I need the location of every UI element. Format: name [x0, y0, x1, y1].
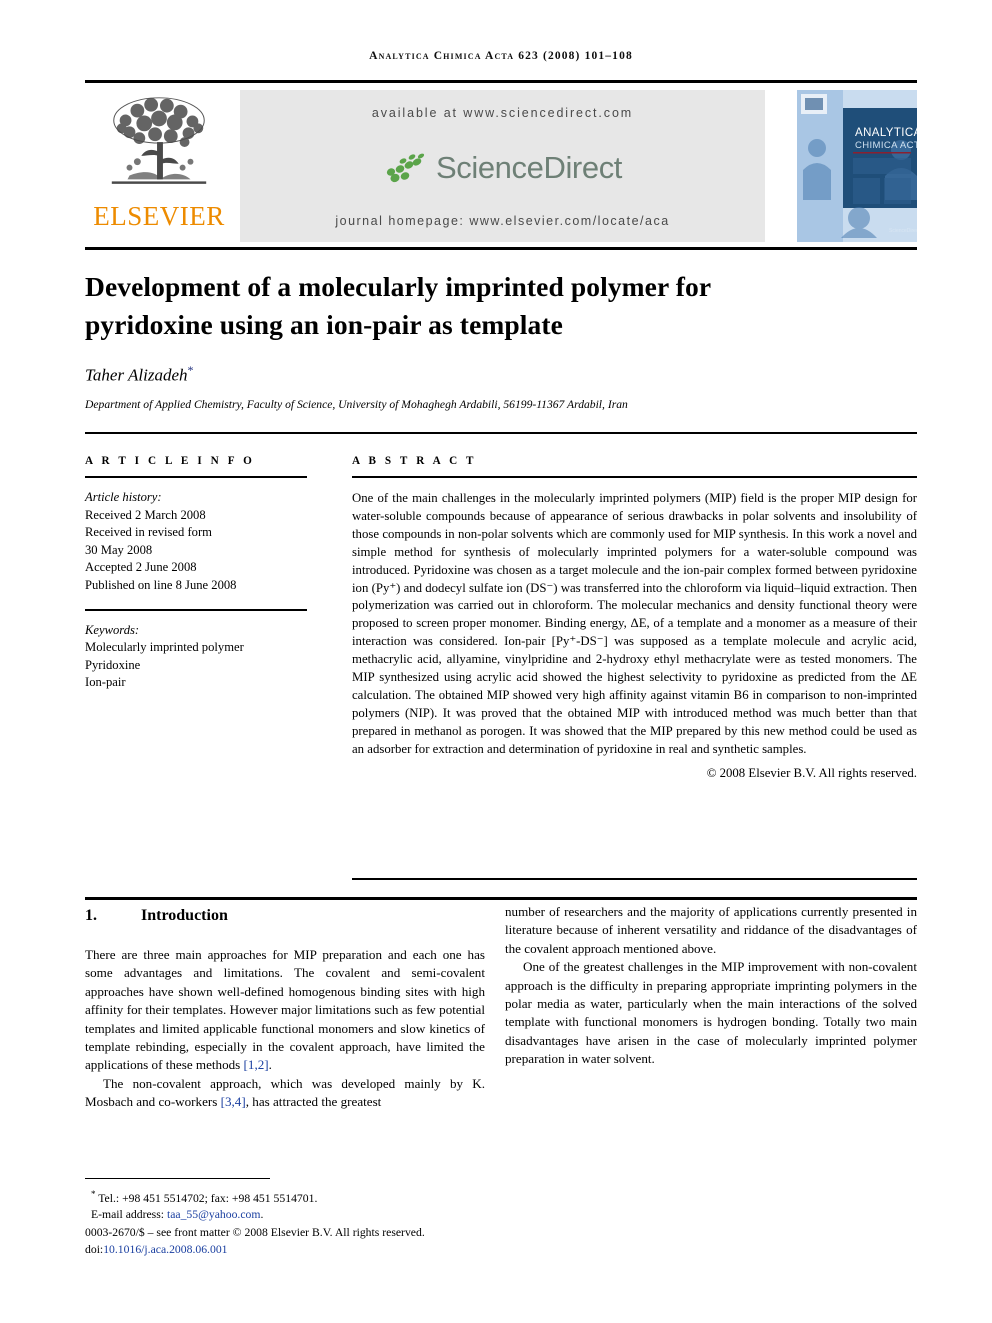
author-label: Taher Alizadeh — [85, 365, 188, 385]
body-column-left: 1. Introduction There are three main app… — [85, 903, 485, 1112]
body-paragraph: There are three main approaches for MIP … — [85, 946, 485, 1075]
abstract-text: One of the main challenges in the molecu… — [352, 491, 917, 756]
body-top-rule — [85, 897, 917, 900]
history-item: Published on line 8 June 2008 — [85, 577, 237, 592]
section-title: Introduction — [141, 907, 228, 924]
introduction-heading: 1. Introduction — [85, 907, 485, 925]
masthead-bottom-rule — [85, 247, 917, 250]
email-suffix: . — [260, 1208, 264, 1222]
article-info-column: A R T I C L E I N F O Article history: R… — [85, 455, 307, 692]
corresponding-author-note: * Tel.: +98 451 5514702; fax: +98 451 55… — [85, 1186, 505, 1207]
author-footnote-marker: * — [187, 363, 194, 377]
email-label: E-mail address: — [91, 1208, 165, 1222]
affiliation: Department of Applied Chemistry, Faculty… — [85, 398, 628, 411]
paragraph-text: There are three main approaches for MIP … — [85, 947, 485, 1073]
author-bottom-rule — [85, 432, 917, 434]
masthead: ELSEVIER available at www.sciencedirect.… — [85, 88, 917, 243]
svg-text:ANALYTICA: ANALYTICA — [855, 127, 917, 139]
history-item: Accepted 2 June 2008 — [85, 560, 197, 575]
abstract-copyright: © 2008 Elsevier B.V. All rights reserved… — [706, 765, 917, 780]
doi-link[interactable]: 10.1016/j.aca.2008.06.001 — [103, 1243, 227, 1256]
keywords: Keywords: Molecularly imprinted polymer … — [85, 622, 307, 692]
keywords-label: Keywords: — [85, 622, 140, 637]
issn-line: 0003-2670/$ – see front matter © 2008 El… — [85, 1226, 425, 1240]
footnote-separator — [85, 1178, 270, 1179]
keyword-item: Pyridoxine — [85, 657, 141, 672]
body-paragraph: One of the greatest challenges in the MI… — [505, 958, 917, 1068]
elsevier-tree-icon — [111, 97, 207, 184]
sciencedirect-wordmark: ScienceDirect — [435, 150, 623, 185]
sciencedirect-banner: available at www.sciencedirect.com Scien… — [240, 90, 765, 242]
body-paragraph: The non-covalent approach, which was dev… — [85, 1075, 485, 1112]
header-rule — [85, 80, 917, 83]
citation-link[interactable]: [1,2] — [244, 1057, 269, 1072]
paragraph-text: The non-covalent approach, which was dev… — [85, 1075, 485, 1110]
footnotes: * Tel.: +98 451 5514702; fax: +98 451 55… — [85, 1186, 505, 1258]
article-info-heading: A R T I C L E I N F O — [85, 455, 255, 467]
abstract-rule — [352, 476, 917, 478]
footnote-marker: * — [91, 1189, 96, 1199]
section-number: 1. — [85, 907, 97, 924]
paragraph-text: number of researchers and the majority o… — [505, 904, 917, 956]
journal-cover-image: ANALYTICA CHIMICA ACTA ScienceDirect — [797, 90, 917, 242]
running-head: Analytica Chimica Acta 623 (2008) 101–10… — [369, 50, 633, 62]
paragraph-text: One of the greatest challenges in the MI… — [505, 959, 917, 1067]
abstract-column: A B S T R A C T One of the main challeng… — [352, 455, 917, 781]
tel-fax-text: Tel.: +98 451 5514702; fax: +98 451 5514… — [98, 1191, 318, 1205]
journal-homepage-text: journal homepage: www.elsevier.com/locat… — [335, 214, 670, 228]
sciencedirect-logo: ScienceDirect — [383, 150, 622, 186]
email-note: E-mail address: taa_55@yahoo.com. — [85, 1207, 505, 1223]
elsevier-logo-block: ELSEVIER — [85, 88, 233, 243]
history-item: Received 2 March 2008 — [85, 507, 206, 522]
keyword-item: Ion-pair — [85, 675, 126, 690]
history-item: 30 May 2008 — [85, 542, 153, 557]
doi-line: doi:10.1016/j.aca.2008.06.001 — [85, 1242, 505, 1258]
body-paragraph: number of researchers and the majority o… — [505, 903, 917, 958]
keywords-rule — [85, 608, 307, 611]
journal-cover-thumbnail: ANALYTICA CHIMICA ACTA ScienceDirect — [797, 90, 917, 242]
article-info-rule — [85, 476, 307, 478]
available-at-text: available at www.sciencedirect.com — [371, 106, 634, 120]
paper-page: Analytica Chimica Acta 623 (2008) 101–10… — [0, 0, 992, 1323]
article-history: Article history: Received 2 March 2008 R… — [85, 489, 307, 595]
abstract-heading: A B S T R A C T — [352, 455, 477, 467]
doi-label: doi: — [85, 1242, 104, 1256]
history-item: Received in revised form — [85, 525, 212, 540]
sciencedirect-leaf-icon — [386, 153, 425, 183]
svg-text:ScienceDirect: ScienceDirect — [889, 228, 917, 234]
elsevier-wordmark: ELSEVIER — [93, 201, 225, 231]
author-name: Taher Alizadeh* — [85, 363, 194, 386]
abstract-bottom-rule — [352, 878, 917, 880]
citation-link[interactable]: [3,4] — [221, 1094, 246, 1109]
article-history-label: Article history: — [85, 490, 162, 504]
email-link[interactable]: taa_55@yahoo.com — [167, 1208, 261, 1221]
page-title: Development of a molecularly imprinted p… — [85, 271, 711, 340]
svg-text:CHIMICA ACTA: CHIMICA ACTA — [855, 140, 917, 151]
keyword-item: Molecularly imprinted polymer — [85, 640, 244, 655]
body-column-right: number of researchers and the majority o… — [505, 903, 917, 1069]
